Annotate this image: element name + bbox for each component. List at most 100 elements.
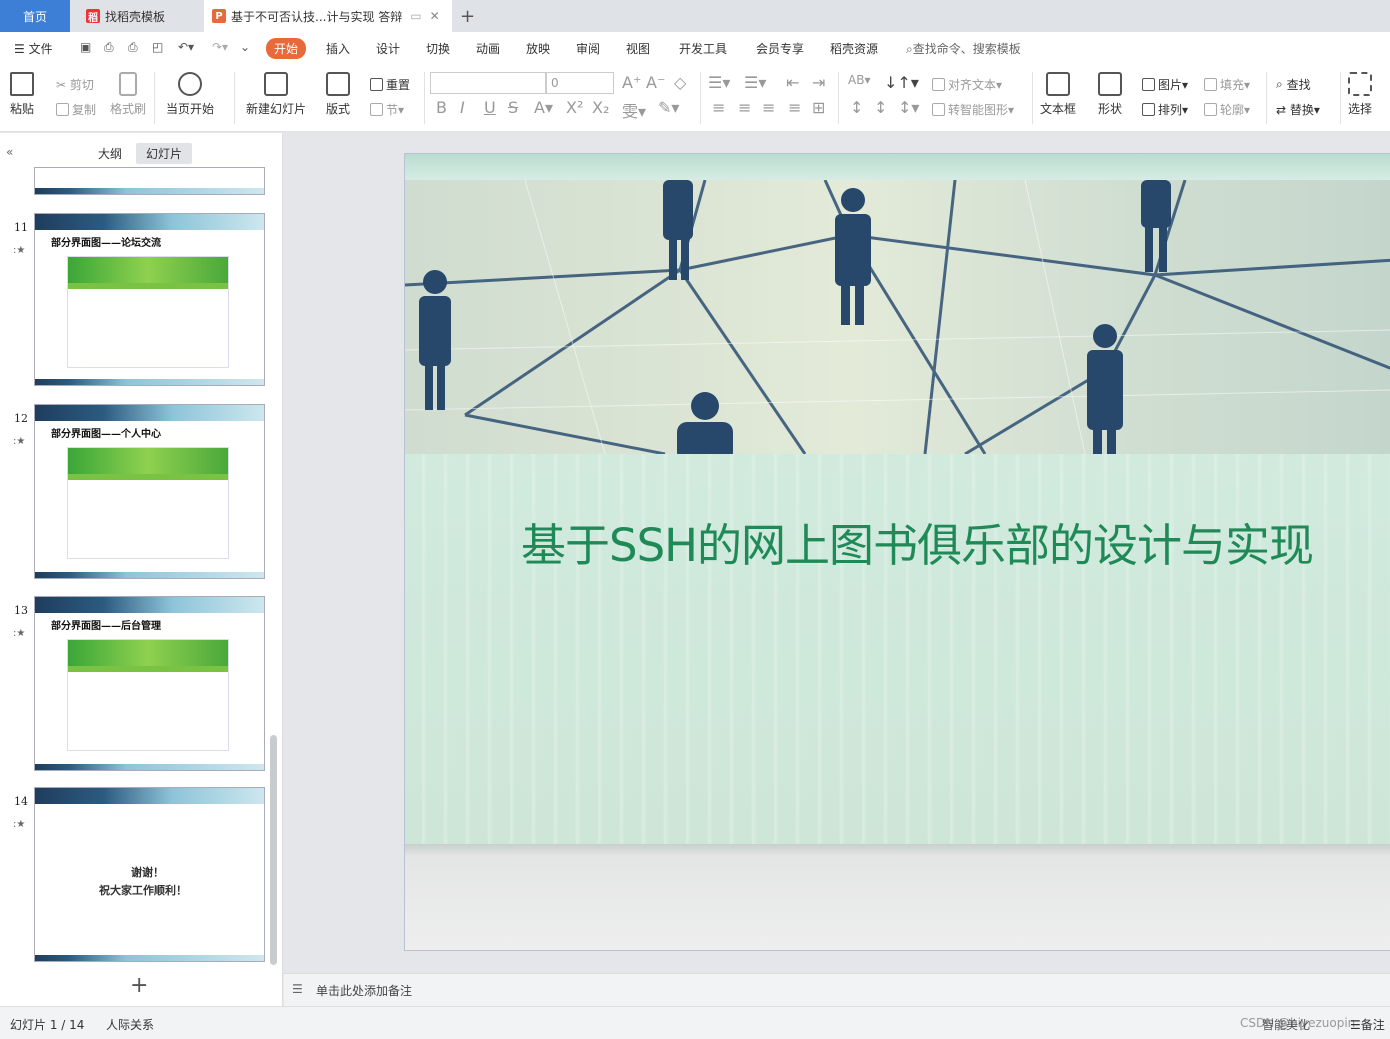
distribute-icon[interactable]: ⊞	[812, 98, 825, 117]
slide-thumbnail-14[interactable]: 谢谢！ 祝大家工作顺利！	[34, 787, 265, 962]
slide-thumbnail-12[interactable]: 部分界面图——个人中心	[34, 404, 265, 579]
play-from-current-button[interactable]: 当页开始	[166, 72, 214, 117]
close-icon[interactable]: ✕	[430, 9, 440, 23]
menu-slideshow[interactable]: 放映	[526, 40, 550, 57]
find-button[interactable]: ⌕ 查找	[1276, 76, 1311, 93]
smart-beautify-button[interactable]: 智能美化	[1262, 1016, 1310, 1033]
arrange-button[interactable]: 排列 ▾	[1142, 101, 1188, 118]
textbox-button[interactable]: 文本框	[1040, 72, 1076, 117]
theme-name[interactable]: 人际关系	[106, 1016, 154, 1033]
print-preview-icon[interactable]: ◰	[152, 40, 163, 54]
search-command[interactable]: ⌕查找命令、搜索模板	[906, 40, 1021, 57]
bold-icon[interactable]: B	[436, 98, 447, 117]
quick-access-chevron-icon[interactable]: ⌄	[240, 40, 250, 54]
layout-button[interactable]: 版式	[326, 72, 350, 117]
sort-icon[interactable]: ↓↑▾	[884, 73, 919, 92]
menu-file[interactable]: ☰ 文件	[14, 40, 53, 57]
reset-button[interactable]: 重置	[370, 76, 410, 93]
pane-scrollbar[interactable]	[270, 735, 277, 965]
fill-button[interactable]: 填充 ▾	[1204, 76, 1250, 93]
find-icon: ⌕	[1276, 77, 1283, 91]
export-pdf-icon[interactable]: ⎙	[104, 40, 114, 55]
menu-docer[interactable]: 稻壳资源	[830, 40, 878, 57]
bullets-icon[interactable]: ☰▾	[708, 73, 730, 92]
line-spacing-icon[interactable]: ↕	[850, 98, 863, 117]
superscript-icon[interactable]: X²	[566, 98, 583, 117]
numbering-icon[interactable]: ☰▾	[744, 73, 766, 92]
new-slide-button[interactable]: 新建幻灯片	[246, 72, 306, 117]
decrease-font-icon[interactable]: A⁻	[646, 73, 665, 92]
tab-slides[interactable]: 幻灯片	[136, 143, 193, 164]
smart-art-button[interactable]: 转智能图形 ▾	[932, 101, 1014, 118]
strikethrough-icon[interactable]: S	[508, 98, 518, 117]
underline-icon[interactable]: U	[484, 98, 496, 117]
tab-template-label: 找稻壳模板	[105, 9, 166, 24]
font-color-icon[interactable]: A▾	[534, 98, 553, 117]
highlight-icon[interactable]: ✎▾	[658, 98, 679, 117]
align-left-icon[interactable]: ≡	[712, 98, 725, 117]
cut-button[interactable]: ✂ 剪切	[56, 76, 94, 93]
column-spacing-icon[interactable]: ↕▾	[898, 98, 919, 117]
italic-icon[interactable]: I	[460, 98, 465, 117]
smart-art-label: 转智能图形	[948, 103, 1009, 117]
replace-button[interactable]: ⇄ 替换 ▾	[1276, 101, 1320, 118]
screenshot-header	[68, 257, 228, 283]
new-slide-label: 新建幻灯片	[246, 102, 307, 116]
copy-button[interactable]: 复制	[56, 101, 96, 118]
text-direction-icon[interactable]: AB▾	[848, 73, 870, 87]
align-right-icon[interactable]: ≡	[762, 98, 775, 117]
picture-label: 图片	[1158, 78, 1183, 92]
redo-icon[interactable]: ↷▾	[212, 40, 228, 54]
slide-thumbnail-10[interactable]	[34, 167, 265, 195]
justify-icon[interactable]: ≡	[788, 98, 801, 117]
paste-button[interactable]: 粘贴	[10, 72, 34, 117]
slide-thumbnail-11[interactable]: 部分界面图——论坛交流	[34, 213, 265, 386]
undo-icon[interactable]: ↶▾	[178, 40, 194, 54]
print-icon[interactable]: ⎙	[128, 40, 138, 55]
outdent-icon[interactable]: ⇤	[786, 73, 799, 92]
thumb-title: 部分界面图——论坛交流	[51, 238, 161, 249]
font-size-select[interactable]: 0	[546, 72, 614, 94]
thumb-footer-band	[35, 572, 264, 578]
section-button[interactable]: 节 ▾	[370, 101, 404, 118]
tab-outline[interactable]: 大纲	[98, 145, 122, 162]
font-family-select[interactable]	[430, 72, 546, 94]
format-painter-button[interactable]: 格式刷	[110, 72, 146, 117]
menu-animation[interactable]: 动画	[476, 40, 500, 57]
align-text-button[interactable]: 对齐文本 ▾	[932, 76, 1002, 93]
menu-design[interactable]: 设计	[376, 40, 400, 57]
subscript-icon[interactable]: X₂	[592, 98, 609, 117]
add-slide-button[interactable]: +	[130, 973, 148, 998]
slide-thumbnail-13[interactable]: 部分界面图——后台管理	[34, 596, 265, 771]
current-slide[interactable]: 基于SSH的网上图书俱乐部的设计与实现	[404, 153, 1390, 951]
tab-template[interactable]: 稻 找稻壳模板	[78, 0, 198, 32]
picture-button[interactable]: 图片 ▾	[1142, 76, 1188, 93]
notes-bar[interactable]: ☰ 单击此处添加备注	[284, 973, 1390, 1006]
new-tab-icon[interactable]: +	[460, 0, 480, 32]
menu-review[interactable]: 审阅	[576, 40, 600, 57]
menu-member[interactable]: 会员专享	[756, 40, 804, 57]
save-icon[interactable]: ▣	[80, 40, 91, 54]
tab-home[interactable]: 首页	[0, 0, 70, 32]
collapse-pane-icon[interactable]: «	[6, 145, 13, 159]
menu-start[interactable]: 开始	[266, 38, 307, 59]
slide-title[interactable]: 基于SSH的网上图书俱乐部的设计与实现	[521, 509, 1314, 574]
monitor-icon[interactable]: ▭	[410, 9, 421, 23]
menu-developer[interactable]: 开发工具	[679, 40, 727, 57]
increase-font-icon[interactable]: A⁺	[622, 73, 641, 92]
shape-button[interactable]: 形状	[1098, 72, 1122, 117]
notes-toggle[interactable]: ☰备注	[1350, 1016, 1385, 1033]
select-button[interactable]: 选择	[1348, 72, 1372, 117]
indent-icon[interactable]: ⇥	[812, 73, 825, 92]
phonetic-icon[interactable]: 雯▾	[622, 98, 646, 122]
animation-star-icon: :★	[13, 245, 26, 256]
menu-insert[interactable]: 插入	[326, 40, 350, 57]
paragraph-spacing-icon[interactable]: ↕	[874, 98, 887, 117]
clear-format-icon[interactable]: ◇	[674, 73, 686, 92]
tab-document[interactable]: P 基于不可否认技...计与实现 答辩 ▭ ✕	[204, 0, 452, 32]
menu-transition[interactable]: 切换	[426, 40, 450, 57]
menu-view[interactable]: 视图	[626, 40, 650, 57]
screenshot-nav	[68, 283, 228, 289]
outline-button[interactable]: 轮廓 ▾	[1204, 101, 1250, 118]
align-center-icon[interactable]: ≡	[738, 98, 751, 117]
